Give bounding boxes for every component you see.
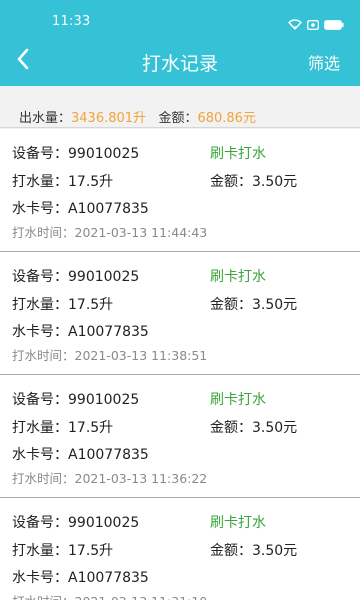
record-amount: 金额：3.50元 (210, 297, 298, 313)
summary-text: 出水量：3436.801升 金额：680.86元 (19, 107, 256, 126)
record-type: 刷卡打水 (210, 392, 266, 408)
water-amount: 打水量：17.5升 (12, 297, 114, 313)
nav-bar: 打水记录 筛选 (0, 40, 360, 86)
record-type: 刷卡打水 (210, 515, 266, 531)
record-list: 设备号：99010025 刷卡打水 打水量：17.5升 金额：3.50元 水卡号… (0, 129, 360, 600)
card-number: 水卡号：A10077835 (12, 570, 149, 586)
money-total-label: 金额： (158, 111, 198, 126)
record-amount: 金额：3.50元 (210, 543, 298, 559)
record-type: 刷卡打水 (210, 269, 266, 285)
record-item[interactable]: 设备号：99010025 刷卡打水 打水量：17.5升 金额：3.50元 水卡号… (0, 129, 360, 252)
water-total-label: 出水量： (19, 111, 72, 126)
card-number: 水卡号：A10077835 (12, 447, 149, 463)
screen-record-icon (307, 15, 319, 34)
status-bar: 11:33 (0, 0, 360, 40)
summary-bar: 出水量：3436.801升 金额：680.86元 (0, 86, 360, 128)
status-time: 11:33 (52, 14, 91, 29)
water-amount: 打水量：17.5升 (12, 174, 114, 190)
record-item[interactable]: 设备号：99010025 刷卡打水 打水量：17.5升 金额：3.50元 水卡号… (0, 498, 360, 600)
water-amount: 打水量：17.5升 (12, 420, 114, 436)
page-title: 打水记录 (141, 53, 218, 75)
record-time: 打水时间：2021-03-13 11:36:22 (12, 471, 208, 486)
record-time: 打水时间：2021-03-13 11:44:43 (12, 225, 208, 240)
record-item[interactable]: 设备号：99010025 刷卡打水 打水量：17.5升 金额：3.50元 水卡号… (0, 252, 360, 375)
battery-icon (324, 15, 344, 34)
record-item[interactable]: 设备号：99010025 刷卡打水 打水量：17.5升 金额：3.50元 水卡号… (0, 375, 360, 498)
device-number: 设备号：99010025 (12, 392, 140, 408)
card-number: 水卡号：A10077835 (12, 201, 149, 217)
water-amount: 打水量：17.5升 (12, 543, 114, 559)
water-total-value: 3436.801升 (71, 111, 147, 126)
record-time: 打水时间：2021-03-13 11:38:51 (12, 348, 208, 363)
device-number: 设备号：99010025 (12, 515, 140, 531)
record-amount: 金额：3.50元 (210, 420, 298, 436)
app-header: 11:33 打水记录 筛选 (0, 0, 360, 86)
device-number: 设备号：99010025 (12, 269, 140, 285)
filter-button[interactable]: 筛选 (308, 50, 340, 74)
record-time: 打水时间：2021-03-13 11:31:10 (12, 591, 207, 600)
money-total-value: 680.86元 (197, 111, 256, 126)
wifi-icon (288, 15, 302, 34)
device-number: 设备号：99010025 (12, 146, 140, 162)
record-amount: 金额：3.50元 (210, 174, 298, 190)
status-icons (288, 15, 344, 34)
record-type: 刷卡打水 (210, 146, 266, 162)
card-number: 水卡号：A10077835 (12, 324, 149, 340)
